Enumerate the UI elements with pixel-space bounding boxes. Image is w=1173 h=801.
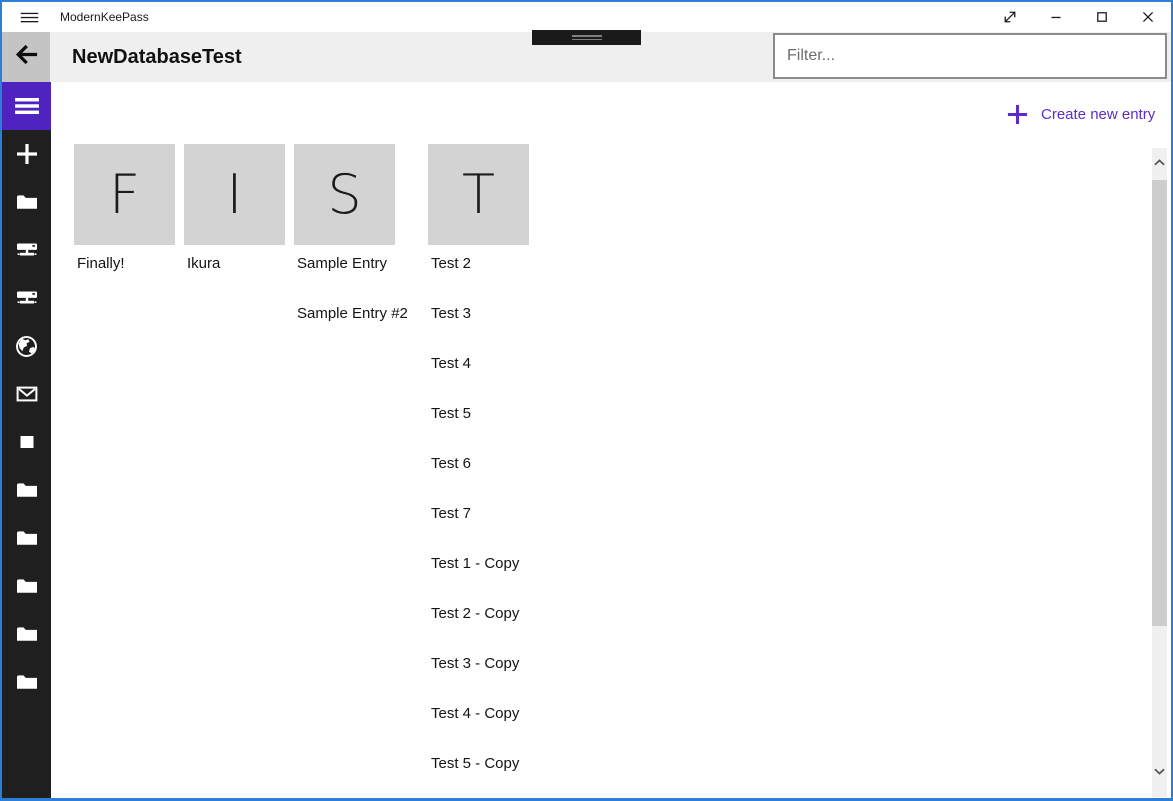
group-header-I[interactable]: I bbox=[184, 144, 285, 245]
entry-item[interactable]: Test 2 - Copy bbox=[431, 604, 519, 624]
entry-item[interactable]: Test 7 bbox=[431, 504, 471, 524]
scroll-down-icon[interactable] bbox=[1152, 763, 1167, 779]
entry-item[interactable]: Test 3 - Copy bbox=[431, 654, 519, 674]
entry-item[interactable]: Finally! bbox=[77, 254, 125, 274]
entry-item[interactable]: Test 1 - Copy bbox=[431, 554, 519, 574]
group-letter: T bbox=[462, 168, 495, 222]
vertical-scrollbar[interactable] bbox=[1152, 148, 1167, 797]
group-letter: S bbox=[327, 168, 361, 222]
group-header-F[interactable]: F bbox=[74, 144, 175, 245]
entry-item[interactable]: Test 4 bbox=[431, 354, 471, 374]
entry-item[interactable]: Test 2 bbox=[431, 254, 471, 274]
entry-item[interactable]: Test 3 bbox=[431, 304, 471, 324]
window-border-top bbox=[0, 0, 1173, 2]
entries-grid: F Finally! I Ikura S Sample Entry Sample Entry… bbox=[0, 0, 1173, 801]
entry-item[interactable]: Sample Entry #2 bbox=[297, 304, 408, 324]
group-letter: I bbox=[227, 168, 243, 222]
group-letter: F bbox=[109, 168, 140, 222]
entry-item[interactable]: Test 4 - Copy bbox=[431, 704, 519, 724]
window-border-left bbox=[0, 0, 2, 801]
entry-item[interactable]: Test 6 bbox=[431, 454, 471, 474]
entry-item[interactable]: Sample Entry bbox=[297, 254, 387, 274]
entry-item[interactable]: Ikura bbox=[187, 254, 220, 274]
scroll-up-icon[interactable] bbox=[1152, 154, 1167, 170]
group-header-T[interactable]: T bbox=[428, 144, 529, 245]
app-window: ModernKeePass NewDatabaseTest Create new… bbox=[0, 0, 1173, 801]
entry-item[interactable]: Test 5 bbox=[431, 404, 471, 424]
entry-item[interactable]: Test 5 - Copy bbox=[431, 754, 519, 774]
scrollbar-thumb[interactable] bbox=[1152, 180, 1167, 626]
group-header-S[interactable]: S bbox=[294, 144, 395, 245]
